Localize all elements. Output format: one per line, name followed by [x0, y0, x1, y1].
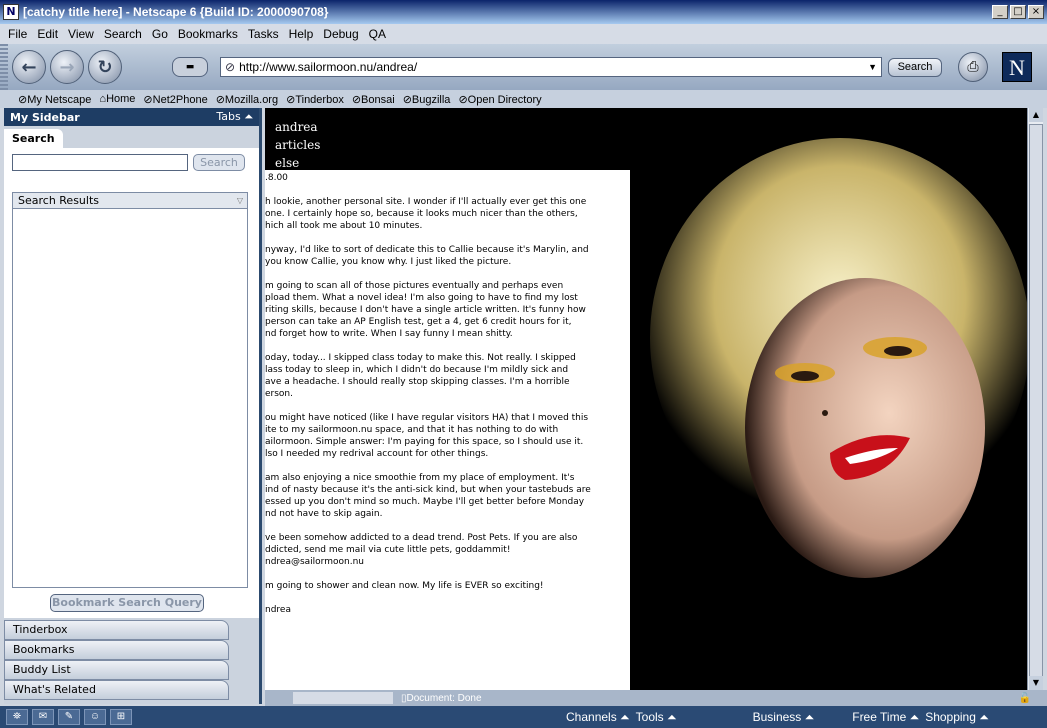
menu-search[interactable]: Search [104, 27, 142, 41]
forward-arrow-icon[interactable]: → [50, 50, 84, 84]
taskbar-shopping[interactable]: Shopping ⏶ [925, 710, 989, 725]
menu-view[interactable]: View [68, 27, 94, 41]
minimize-button[interactable]: _ [992, 5, 1008, 19]
sidebar-header: My Sidebar Tabs ⏶ [4, 108, 259, 126]
search-button[interactable]: Search [888, 58, 942, 77]
close-button[interactable]: × [1028, 5, 1044, 19]
menu-bar: File Edit View Search Go Bookmarks Tasks… [0, 24, 1047, 44]
sort-icon: ▽ [236, 196, 243, 205]
sidebar-search-panel: Search Search Results ▽ [4, 148, 259, 618]
bookmark-open-directory[interactable]: ⊘Open Directory [458, 93, 541, 106]
progress-meter [293, 692, 393, 704]
chevron-down-icon[interactable]: ▼ [868, 62, 877, 72]
taskbar-channels[interactable]: Channels ⏶ [566, 710, 630, 725]
maximize-button[interactable]: □ [1010, 5, 1026, 19]
print-icon[interactable]: ⎙ [958, 52, 988, 82]
taskbar-free-time[interactable]: Free Time ⏶ [852, 710, 919, 725]
component-bar: ⛯ ✉ ✎ ☺ ⊞ Channels ⏶ Tools ⏶ Business ⏶ … [0, 706, 1047, 728]
menu-go[interactable]: Go [152, 27, 168, 41]
sidebar-panel-tabs: Tinderbox Bookmarks Buddy List What's Re… [4, 620, 259, 700]
menu-edit[interactable]: Edit [37, 27, 58, 41]
bookmark-net2phone[interactable]: ⊘Net2Phone [143, 93, 207, 106]
sidebar: My Sidebar Tabs ⏶ Search Search Search R… [4, 108, 262, 704]
search-results-header[interactable]: Search Results ▽ [13, 193, 247, 209]
sidebar-tab-whats-related[interactable]: What's Related [4, 680, 229, 700]
status-text: Document: Done [406, 692, 482, 704]
bookmark-bugzilla[interactable]: ⊘Bugzilla [403, 93, 451, 106]
taskbar-business[interactable]: Business ⏶ [753, 710, 815, 725]
scroll-up-icon[interactable]: ▲ [1029, 108, 1043, 122]
url-text: http://www.sailormoon.nu/andrea/ [239, 60, 418, 74]
paragraph: am also enjoying a nice smoothie from my… [265, 473, 591, 519]
nav-link-andrea[interactable]: andrea [275, 118, 320, 136]
paragraph: ou might have noticed (like I have regul… [265, 413, 589, 459]
sidebar-tab-buddy-list[interactable]: Buddy List [4, 660, 229, 680]
toolbar-grip[interactable] [0, 44, 8, 90]
sidebar-search-input[interactable] [12, 154, 188, 171]
paragraph: m going to scan all of those pictures ev… [265, 281, 586, 339]
scroll-thumb[interactable] [1029, 124, 1043, 678]
window-title: [catchy title here] - Netscape 6 {Build … [23, 5, 329, 19]
site-nav: andrea articles else [275, 118, 320, 172]
paragraph: h lookie, another personal site. I wonde… [265, 197, 587, 231]
url-history-dropdown-icon[interactable]: ▬ [172, 57, 208, 77]
search-results-list: Search Results ▽ [12, 192, 248, 588]
bookmark-my-netscape[interactable]: ⊘My Netscape [18, 93, 91, 106]
navigation-toolbar: ← → ↻ ▬ ⊘ http://www.sailormoon.nu/andre… [0, 44, 1047, 90]
paragraph: nyway, I'd like to sort of dedicate this… [265, 245, 589, 267]
paragraph: oday, today... I skipped class today to … [265, 353, 576, 399]
article-text: .8.00 h lookie, another personal site. I… [265, 170, 630, 690]
sidebar-tabs-button[interactable]: Tabs ⏶ [216, 110, 253, 124]
reload-icon[interactable]: ↻ [88, 50, 122, 84]
title-bar: N [catchy title here] - Netscape 6 {Buil… [0, 0, 1047, 24]
bookmark-search-query-button[interactable]: Bookmark Search Query [50, 594, 204, 612]
paragraph: ve been somehow addicted to a dead trend… [265, 533, 578, 567]
menu-help[interactable]: Help [289, 27, 314, 41]
navigator-icon[interactable]: ⛯ [6, 709, 28, 725]
nav-link-articles[interactable]: articles [275, 136, 320, 154]
url-field[interactable]: ⊘ http://www.sailormoon.nu/andrea/ ▼ [220, 57, 882, 77]
bookmark-tinderbox[interactable]: ⊘Tinderbox [286, 93, 344, 106]
personal-toolbar: ⊘My Netscape ⌂Home ⊘Net2Phone ⊘Mozilla.o… [0, 90, 1047, 108]
composer-icon[interactable]: ✎ [58, 709, 80, 725]
lock-icon: 🔓 [1018, 692, 1031, 704]
menu-tasks[interactable]: Tasks [248, 27, 279, 41]
mail-icon[interactable]: ✉ [32, 709, 54, 725]
menu-qa[interactable]: QA [369, 27, 386, 41]
menu-debug[interactable]: Debug [323, 27, 358, 41]
page-icon: ⊘ [225, 60, 236, 74]
vertical-scrollbar[interactable]: ▲ ▼ [1027, 108, 1043, 690]
taskbar-tools[interactable]: Tools ⏶ [636, 710, 677, 725]
sidebar-tab-tinderbox[interactable]: Tinderbox [4, 620, 229, 640]
sidebar-tab-search[interactable]: Search [4, 129, 63, 148]
sidebar-search-button[interactable]: Search [193, 154, 245, 171]
bookmark-home[interactable]: ⌂Home [99, 93, 135, 105]
menu-file[interactable]: File [8, 27, 27, 41]
sidebar-tab-bookmarks[interactable]: Bookmarks [4, 640, 229, 660]
netscape-logo[interactable]: N [1002, 52, 1032, 82]
instant-messenger-icon[interactable]: ☺ [84, 709, 106, 725]
menu-bookmarks[interactable]: Bookmarks [178, 27, 238, 41]
scroll-down-icon[interactable]: ▼ [1029, 676, 1043, 690]
address-book-icon[interactable]: ⊞ [110, 709, 132, 725]
marilyn-portrait-image [630, 108, 1027, 690]
bookmark-mozilla[interactable]: ⊘Mozilla.org [216, 93, 278, 106]
netscape-app-icon: N [3, 4, 19, 20]
paragraph: m going to shower and clean now. My life… [265, 581, 544, 591]
page-content: andrea articles else .8.00 h lookie, ano… [265, 108, 1027, 690]
post-date: .8.00 [265, 173, 288, 183]
sidebar-title: My Sidebar [10, 110, 80, 124]
status-bar: ▯ Document: Done 🔓 [265, 690, 1047, 706]
bookmark-bonsai[interactable]: ⊘Bonsai [352, 93, 395, 106]
back-arrow-icon[interactable]: ← [12, 50, 46, 84]
signature: ndrea [265, 605, 291, 615]
